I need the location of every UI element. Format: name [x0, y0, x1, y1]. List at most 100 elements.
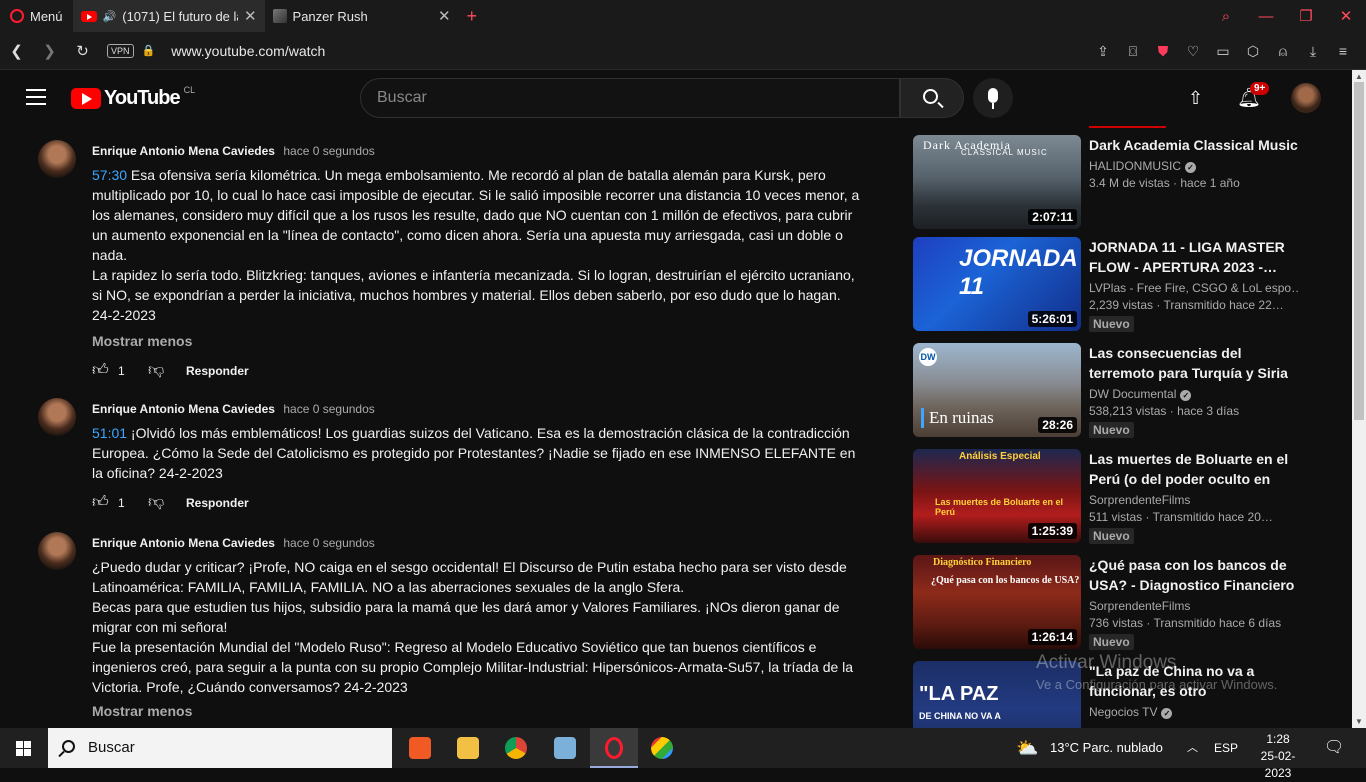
- dislike-icon[interactable]: 👎︎: [148, 361, 178, 380]
- like-icon[interactable]: 👍︎: [92, 361, 114, 380]
- reload-icon[interactable]: ↻: [66, 42, 99, 60]
- menu-label: Menú: [30, 8, 63, 24]
- close-window-icon[interactable]: ✕: [1326, 7, 1366, 25]
- start-button[interactable]: [0, 728, 48, 768]
- show-less-button[interactable]: Mostrar menos: [92, 333, 862, 349]
- page-scrollbar[interactable]: ▲ ▼: [1352, 70, 1366, 728]
- show-less-button[interactable]: Mostrar menos: [92, 703, 862, 719]
- brave-app-icon[interactable]: [396, 728, 444, 768]
- easy-setup-icon[interactable]: ≡: [1328, 43, 1358, 59]
- opera-app-icon[interactable]: [590, 728, 638, 768]
- hamburger-menu-icon[interactable]: [26, 89, 46, 105]
- chrome-app-icon[interactable]: [492, 728, 540, 768]
- profile-icon[interactable]: ⍝: [1268, 43, 1298, 60]
- video-thumbnail[interactable]: Diagnóstico Financiero ¿Qué pasa con los…: [913, 555, 1081, 649]
- video-card[interactable]: Diagnóstico Financiero ¿Qué pasa con los…: [912, 555, 1342, 655]
- video-title[interactable]: Las muertes de Boluarte en el Perú (o de…: [1089, 449, 1299, 489]
- video-thumbnail[interactable]: Dark Academia CLASSICAL MUSIC 2:07:11: [913, 135, 1081, 229]
- country-code: CL: [183, 84, 196, 95]
- video-title[interactable]: Las consecuencias del terremoto para Tur…: [1089, 343, 1299, 383]
- comment-time[interactable]: hace 0 segundos: [283, 144, 374, 158]
- channel-name[interactable]: SorprendenteFilms: [1089, 493, 1190, 507]
- comment-author[interactable]: Enrique Antonio Mena Caviedes: [92, 402, 275, 416]
- comment-time[interactable]: hace 0 segundos: [283, 536, 374, 550]
- video-thumbnail[interactable]: DW En ruinas 28:26: [913, 343, 1081, 437]
- notepad-app-icon[interactable]: [541, 728, 589, 768]
- back-icon[interactable]: ❮: [0, 42, 33, 60]
- download-icon[interactable]: ⤓: [1298, 43, 1328, 60]
- youtube-header: YouTube CL Buscar ⇧ 🔔︎ 9+: [0, 70, 1352, 126]
- language-indicator[interactable]: ESP: [1214, 728, 1238, 768]
- video-title[interactable]: JORNADA 11 - LIGA MASTER FLOW - APERTURA…: [1089, 237, 1299, 277]
- comment-author[interactable]: Enrique Antonio Mena Caviedes: [92, 536, 275, 550]
- search-input[interactable]: Buscar: [360, 78, 900, 118]
- new-tab-button[interactable]: +: [459, 6, 486, 27]
- channel-name[interactable]: DW Documental: [1089, 387, 1176, 401]
- video-card[interactable]: DW En ruinas 28:26 Las consecuencias del…: [912, 343, 1342, 443]
- avatar[interactable]: [38, 532, 76, 570]
- minimize-icon[interactable]: —: [1246, 8, 1286, 25]
- video-age: Transmitido hace 20…: [1152, 510, 1273, 524]
- restore-icon[interactable]: ❐: [1286, 7, 1326, 25]
- video-card[interactable]: JORNADA 11 5:26:01 JORNADA 11 - LIGA MAS…: [912, 237, 1342, 337]
- heart-icon[interactable]: ♡: [1178, 43, 1208, 60]
- thumbnail-text: Análisis Especial: [959, 451, 1041, 462]
- share-icon[interactable]: ⇪: [1088, 43, 1118, 60]
- scrollbar-thumb[interactable]: [1354, 82, 1364, 420]
- video-thumbnail[interactable]: JORNADA 11 5:26:01: [913, 237, 1081, 331]
- taskbar-clock[interactable]: 1:28 25-02-2023: [1248, 731, 1308, 782]
- url-field[interactable]: www.youtube.com/watch: [171, 43, 325, 59]
- windows-taskbar: Buscar ⛅ 13°C Parc. nublado ︿ ESP 1:28 2…: [0, 728, 1366, 780]
- audio-playing-icon[interactable]: 🔊: [103, 10, 117, 23]
- tab-youtube[interactable]: 🔊 (1071) El futuro de la guerra ✕: [72, 0, 265, 32]
- lock-icon[interactable]: 🔒: [142, 44, 156, 57]
- like-icon[interactable]: 👍︎: [92, 493, 114, 512]
- channel-name[interactable]: HALIDONMUSIC: [1089, 159, 1181, 173]
- tab-search-icon[interactable]: ⌕: [1206, 8, 1246, 25]
- clock-date: 25-02-2023: [1260, 749, 1296, 780]
- chevron-up-icon[interactable]: ︿: [1187, 728, 1198, 768]
- video-title[interactable]: Dark Academia Classical Music: [1089, 135, 1299, 155]
- account-avatar[interactable]: [1291, 83, 1321, 113]
- weather-text[interactable]: 13°C Parc. nublado: [1050, 728, 1163, 768]
- video-age: hace 1 año: [1180, 176, 1240, 190]
- avatar[interactable]: [38, 398, 76, 436]
- channel-name[interactable]: Negocios TV: [1089, 705, 1157, 719]
- comment-timestamp-link[interactable]: 51:01: [92, 425, 127, 441]
- adblock-shield-icon[interactable]: ⛊: [1148, 43, 1178, 60]
- paint-app-icon[interactable]: [638, 728, 686, 768]
- upload-icon[interactable]: ⇧: [1188, 88, 1203, 109]
- clock-time: 1:28: [1266, 732, 1290, 746]
- scroll-up-icon[interactable]: ▲: [1355, 72, 1363, 81]
- video-card[interactable]: Dark Academia CLASSICAL MUSIC 2:07:11 Da…: [912, 135, 1342, 235]
- file-explorer-app-icon[interactable]: [444, 728, 492, 768]
- extensions-cube-icon[interactable]: ⬡: [1238, 43, 1268, 60]
- video-thumbnail[interactable]: Análisis Especial Las muertes de Boluart…: [913, 449, 1081, 543]
- forward-icon[interactable]: ❯: [33, 42, 66, 60]
- dislike-icon[interactable]: 👎︎: [148, 493, 178, 512]
- avatar[interactable]: [38, 140, 76, 178]
- notifications-center-icon[interactable]: 🗨︎: [1324, 728, 1344, 768]
- comment-time[interactable]: hace 0 segundos: [283, 402, 374, 416]
- close-tab-icon[interactable]: ✕: [244, 7, 257, 25]
- channel-name[interactable]: SorprendenteFilms: [1089, 599, 1190, 613]
- taskbar-search-input[interactable]: Buscar: [48, 728, 392, 768]
- search-button[interactable]: [900, 78, 964, 118]
- channel-name[interactable]: LVPlas - Free Fire, CSGO & LoL espo…: [1089, 281, 1299, 295]
- weather-icon[interactable]: ⛅: [1016, 728, 1038, 768]
- video-card[interactable]: Análisis Especial Las muertes de Boluart…: [912, 449, 1342, 549]
- scroll-down-icon[interactable]: ▼: [1355, 717, 1363, 726]
- vpn-badge[interactable]: VPN: [107, 43, 134, 58]
- comment-timestamp-link[interactable]: 57:30: [92, 167, 127, 183]
- video-title[interactable]: ¿Qué pasa con los bancos de USA? - Diagn…: [1089, 555, 1299, 595]
- tab-panzer-rush[interactable]: Panzer Rush ✕: [265, 0, 459, 32]
- wallet-icon[interactable]: ▭: [1208, 43, 1238, 60]
- youtube-logo[interactable]: YouTube CL: [71, 84, 196, 110]
- opera-menu-button[interactable]: Menú: [0, 0, 73, 32]
- snapshot-icon[interactable]: ⌼: [1118, 43, 1148, 60]
- close-tab-icon[interactable]: ✕: [438, 7, 451, 25]
- reply-button[interactable]: Responder: [186, 496, 249, 510]
- comment-author[interactable]: Enrique Antonio Mena Caviedes: [92, 144, 275, 158]
- voice-search-button[interactable]: [973, 78, 1013, 118]
- reply-button[interactable]: Responder: [186, 364, 249, 378]
